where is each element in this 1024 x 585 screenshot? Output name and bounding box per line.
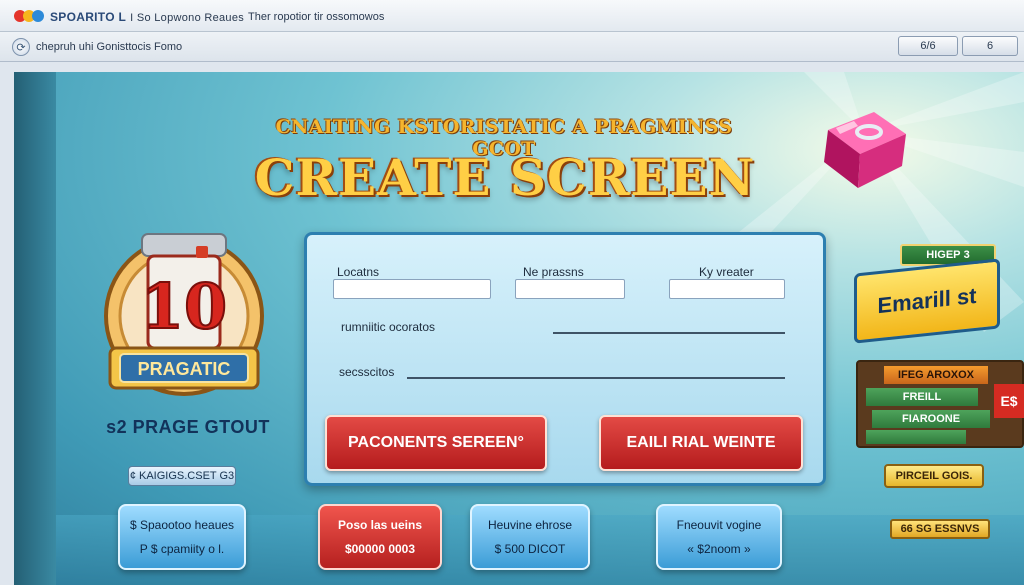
emblem-caption: s2 PRAGE GTOUT [106,417,270,437]
card-4-bottom: « $2noom » [687,542,751,556]
email-write-button[interactable]: EAILI RIAL WEINTE [599,415,803,471]
board-side: E$ [994,384,1024,418]
tag-sign-number: 3 [963,249,970,261]
boards-frame: IFEG AROXOX FREILL FIAROONE E$ [856,360,1024,448]
field-label-vreater: Ky vreater [699,265,754,279]
card-3-bottom: $ 500 DICOT [494,542,566,556]
card-4-top: Fneouvit vogine [676,518,762,532]
line1-input[interactable] [553,332,785,334]
gold-bar[interactable]: 66 SG ESSNVS [890,519,990,539]
slot-emblem-icon: 10 PRAGATIC [104,233,264,396]
card-3-top: Heuvine ehrose [487,518,573,532]
field-label-locatns: Locatns [337,265,380,279]
brand-subtitle: I So Lopwono Reaues [130,12,245,24]
bottom-pill[interactable]: ¢ KAIGIGS.CSET G3 [128,466,236,486]
line1-label: rumniitic ocoratos [341,320,436,334]
board-1: IFEG AROXOX [884,366,988,384]
passns-input[interactable] [515,279,625,299]
address-bar: ⟳ chepruh uhi Gonisttocis Fomo 6/6 6 [0,32,1024,62]
gold-button[interactable]: PIRCEIL GOIS. [884,464,984,488]
window-titlebar: SPOARITO LI So Lopwono Reaues Ther ropot… [0,0,1024,32]
tag-sign-text: HIGEP [926,249,961,261]
form-panel: Locatns Ne prassns Ky vreater rumniitic … [304,232,826,486]
window-button-2[interactable]: 6 [962,36,1018,56]
app-brand: SPOARITO LI So Lopwono Reaues [50,10,244,24]
game-viewport: CNAITING KSTORISTATIC A PRAGMINSS GCOT C… [14,72,1024,585]
create-screen-button[interactable]: PACONENTS SEREEN° [325,415,547,471]
field-label-passns: Ne prassns [523,265,584,279]
bottom-card-1[interactable]: $ Spaootoo heaues P $ cpamiity o l. [118,504,246,570]
card-1-bottom: P $ cpamiity o l. [139,542,225,556]
card-1-top: $ Spaootoo heaues [129,518,235,532]
bottom-card-4[interactable]: Fneouvit vogine « $2noom » [656,504,782,570]
line2-input[interactable] [407,377,785,379]
card-2-top: Poso las ueins [337,518,423,532]
card-2-bottom: $00000 0003 [344,542,416,556]
vreater-input[interactable] [669,279,785,299]
address-text[interactable]: chepruh uhi Gonisttocis Fomo [36,41,182,53]
left-strip [14,72,56,585]
board-3: FIAROONE [872,410,990,428]
refresh-icon[interactable]: ⟳ [12,38,30,56]
app-logo-icon [14,10,44,22]
headline-title: CREATE SCREEN [254,148,756,207]
emblem-plate: PRAGATIC [138,359,231,379]
gem-icon [824,112,906,188]
brand-name: SPOARITO L [50,10,127,24]
emblem-number: 10 [141,270,227,343]
locatns-input[interactable] [333,279,491,299]
bottom-card-2[interactable]: Poso las ueins $00000 0003 [318,504,442,570]
board-2: FREILL [866,388,978,406]
line2-label: secsscitos [339,365,395,379]
window-title: Ther ropotior tir ossomowos [248,11,385,23]
bottom-card-3[interactable]: Heuvine ehrose $ 500 DICOT [470,504,590,570]
window-button-1[interactable]: 6/6 [898,36,958,56]
board-4 [866,430,966,444]
